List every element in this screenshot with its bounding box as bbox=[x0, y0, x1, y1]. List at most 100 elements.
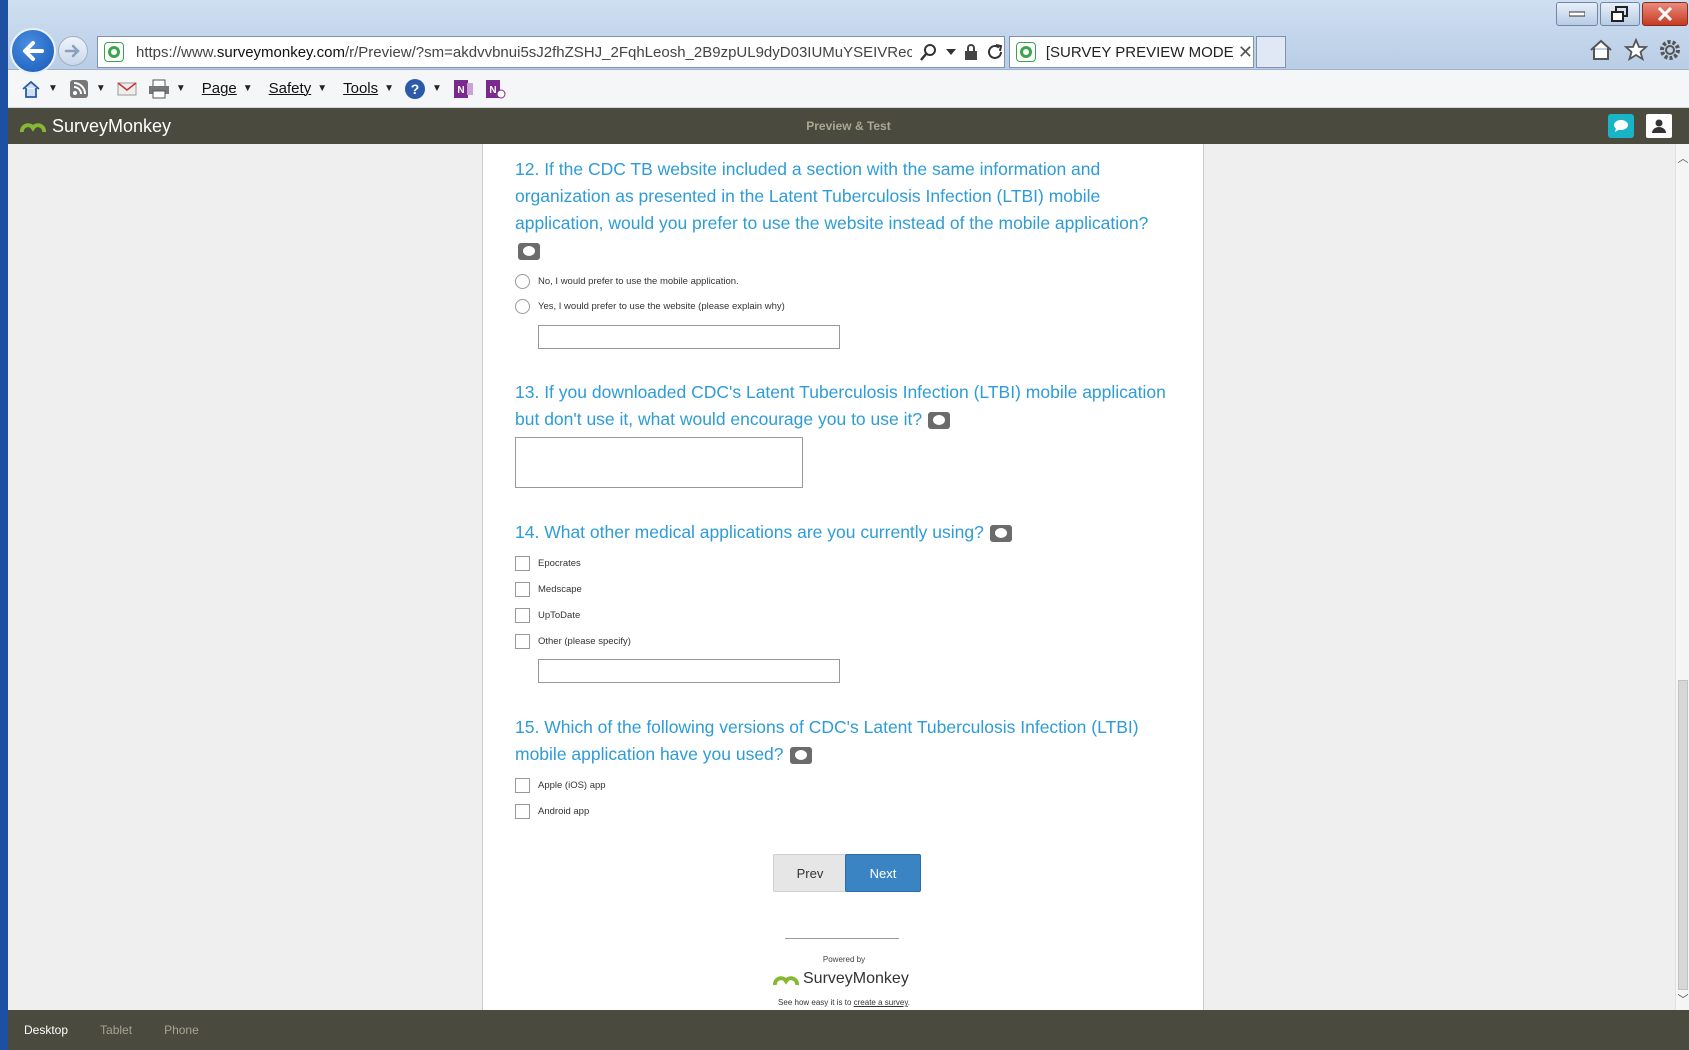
refresh-icon[interactable] bbox=[986, 43, 1004, 61]
safety-menu-label: Safety bbox=[268, 80, 312, 97]
chat-bubble-icon bbox=[1614, 120, 1628, 132]
page-viewport: 12. If the CDC TB website included a sec… bbox=[8, 144, 1675, 1010]
command-bar: ▼ ▼ ▼ Page ▼ Safety ▼ Tools ▼ ? ▼ N N bbox=[8, 70, 1689, 108]
browser-tab[interactable]: [SURVEY PREVIEW MODE] ... ✕ bbox=[1009, 36, 1254, 68]
q14-option-uptodate[interactable]: UpToDate bbox=[515, 608, 580, 623]
scroll-up-icon[interactable]: ︿ bbox=[1676, 150, 1689, 165]
q12-option-yes[interactable]: Yes, I would prefer to use the website (… bbox=[515, 299, 785, 314]
page-menu[interactable]: Page ▼ bbox=[202, 80, 253, 97]
chevron-down-icon[interactable]: ▼ bbox=[432, 83, 442, 94]
surveymonkey-header: SurveyMonkey Preview & Test bbox=[8, 108, 1689, 144]
option-label: Yes, I would prefer to use the website (… bbox=[538, 301, 785, 312]
q12-option-no[interactable]: No, I would prefer to use the mobile app… bbox=[515, 274, 739, 289]
chat-button[interactable] bbox=[1608, 114, 1634, 138]
q12-explain-input[interactable] bbox=[538, 325, 840, 349]
radio-button[interactable] bbox=[515, 299, 530, 314]
comment-icon[interactable] bbox=[928, 411, 951, 429]
svg-text:N: N bbox=[457, 85, 464, 96]
footer-tagline: See how easy it is to create a survey. bbox=[483, 998, 1205, 1007]
onenote-linked-icon[interactable]: N bbox=[484, 78, 506, 100]
option-label: Other (please specify) bbox=[538, 636, 631, 647]
page-menu-label: Page bbox=[201, 80, 237, 97]
checkbox[interactable] bbox=[515, 582, 530, 597]
powered-by-label: Powered by bbox=[822, 955, 866, 964]
prev-button[interactable]: Prev bbox=[773, 854, 847, 892]
scrollbar-thumb[interactable] bbox=[1678, 680, 1688, 990]
dropdown-arrow-icon[interactable] bbox=[946, 48, 956, 56]
q13-answer-textarea[interactable] bbox=[515, 437, 803, 488]
comment-icon[interactable] bbox=[789, 746, 812, 764]
help-icon[interactable]: ? bbox=[404, 78, 426, 100]
create-survey-link[interactable]: create a survey bbox=[854, 998, 908, 1007]
device-tablet-tab[interactable]: Tablet bbox=[84, 1023, 148, 1037]
tools-menu[interactable]: Tools ▼ bbox=[343, 80, 394, 97]
home-icon[interactable] bbox=[1588, 38, 1614, 62]
new-tab-button[interactable] bbox=[1256, 36, 1286, 68]
device-desktop-tab[interactable]: Desktop bbox=[8, 1023, 84, 1037]
checkbox[interactable] bbox=[515, 608, 530, 623]
print-icon[interactable] bbox=[148, 78, 170, 100]
arrow-right-icon bbox=[64, 44, 80, 58]
user-icon bbox=[1652, 119, 1666, 133]
safety-menu[interactable]: Safety ▼ bbox=[269, 80, 327, 97]
surveymonkey-favicon-icon bbox=[104, 42, 124, 62]
comment-icon[interactable] bbox=[518, 242, 540, 260]
footer-logo[interactable]: SurveyMonkey bbox=[773, 970, 909, 988]
preview-test-title: Preview & Test bbox=[806, 119, 891, 133]
minimize-icon bbox=[1569, 11, 1585, 17]
browser-right-icons bbox=[1588, 38, 1682, 62]
tab-close-icon[interactable]: ✕ bbox=[1238, 42, 1253, 63]
question-12-text: 12. If the CDC TB website included a sec… bbox=[515, 159, 1149, 233]
footer-tag-prefix: See how easy it is to bbox=[778, 998, 854, 1007]
chevron-down-icon: ▼ bbox=[242, 83, 253, 94]
chevron-down-icon[interactable]: ▼ bbox=[96, 83, 106, 94]
search-icon[interactable] bbox=[920, 43, 938, 61]
device-preview-bar: Desktop Tablet Phone bbox=[8, 1010, 1689, 1050]
option-label: No, I would prefer to use the mobile app… bbox=[538, 276, 739, 287]
comment-icon[interactable] bbox=[989, 524, 1012, 542]
question-13: 13. If you downloaded CDC's Latent Tuber… bbox=[515, 379, 1175, 433]
q15-option-apple[interactable]: Apple (iOS) app bbox=[515, 778, 606, 793]
forward-button[interactable] bbox=[58, 36, 88, 66]
favorites-star-icon[interactable] bbox=[1624, 38, 1648, 62]
home-toolbar-icon[interactable] bbox=[20, 78, 42, 100]
question-14: 14. What other medical applications are … bbox=[515, 519, 1175, 546]
address-bar[interactable]: https://www.surveymonkey.com/r/Preview/?… bbox=[97, 36, 1005, 68]
chevron-down-icon[interactable]: ▼ bbox=[176, 83, 186, 94]
window-left-border bbox=[0, 0, 8, 1050]
checkbox[interactable] bbox=[515, 556, 530, 571]
back-button[interactable] bbox=[10, 28, 56, 74]
vertical-scrollbar[interactable]: ︿ ﹀ bbox=[1675, 144, 1689, 1010]
url-text[interactable]: https://www.surveymonkey.com/r/Preview/?… bbox=[136, 44, 912, 61]
restore-icon bbox=[1611, 6, 1628, 22]
svg-text:N: N bbox=[489, 85, 496, 96]
checkbox[interactable] bbox=[515, 804, 530, 819]
q14-option-other[interactable]: Other (please specify) bbox=[515, 634, 631, 649]
onenote-icon[interactable]: N bbox=[452, 78, 474, 100]
q14-option-epocrates[interactable]: Epocrates bbox=[515, 556, 581, 571]
footer-divider bbox=[785, 938, 899, 939]
device-phone-tab[interactable]: Phone bbox=[148, 1023, 215, 1037]
checkbox[interactable] bbox=[515, 634, 530, 649]
gear-icon[interactable] bbox=[1658, 38, 1682, 62]
q15-option-android[interactable]: Android app bbox=[515, 804, 589, 819]
lock-icon[interactable] bbox=[964, 43, 978, 61]
tools-menu-label: Tools bbox=[343, 80, 379, 97]
question-15: 15. Which of the following versions of C… bbox=[515, 714, 1175, 768]
user-button[interactable] bbox=[1646, 114, 1672, 138]
chevron-down-icon[interactable]: ▼ bbox=[48, 83, 58, 94]
radio-button[interactable] bbox=[515, 274, 530, 289]
next-button[interactable]: Next bbox=[845, 854, 921, 892]
scroll-down-icon[interactable]: ﹀ bbox=[1676, 991, 1689, 1006]
option-label: Android app bbox=[538, 806, 590, 817]
q14-other-input[interactable] bbox=[538, 659, 840, 683]
close-window-button[interactable] bbox=[1642, 2, 1688, 26]
read-mail-icon[interactable] bbox=[116, 78, 138, 100]
arrow-left-icon bbox=[23, 41, 44, 61]
minimize-button[interactable] bbox=[1556, 2, 1598, 26]
checkbox[interactable] bbox=[515, 778, 530, 793]
q14-option-medscape[interactable]: Medscape bbox=[515, 582, 582, 597]
rss-feed-icon[interactable] bbox=[68, 78, 90, 100]
footer-brand-name: SurveyMonkey bbox=[803, 970, 909, 987]
restore-button[interactable] bbox=[1600, 2, 1640, 26]
